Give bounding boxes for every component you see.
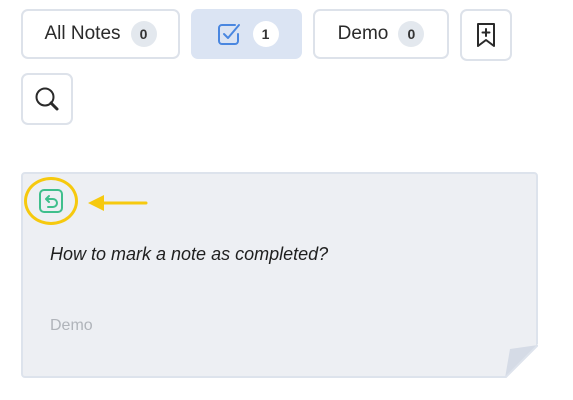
add-note-button[interactable]: [460, 9, 512, 61]
count-badge: 0: [398, 21, 425, 47]
note-tag: Demo: [50, 317, 93, 334]
count-badge: 0: [130, 21, 157, 47]
page-fold: [505, 345, 538, 378]
restore-button[interactable]: [24, 177, 78, 225]
filter-all-notes[interactable]: All Notes 0: [21, 9, 180, 59]
note-text: How to mark a note as completed?: [50, 244, 329, 264]
count-badge: 1: [252, 21, 279, 47]
filter-demo[interactable]: Demo 0: [313, 9, 449, 59]
search-button[interactable]: [21, 73, 73, 125]
bookmark-plus-icon: [474, 22, 498, 48]
checkbox-icon: [215, 20, 243, 48]
arrow-left-icon: [88, 195, 148, 211]
filter-label: Demo: [337, 23, 389, 44]
restore-icon: [38, 188, 64, 214]
filter-label: All Notes: [44, 23, 121, 44]
search-icon: [33, 85, 61, 113]
filter-completed[interactable]: 1: [191, 9, 302, 59]
